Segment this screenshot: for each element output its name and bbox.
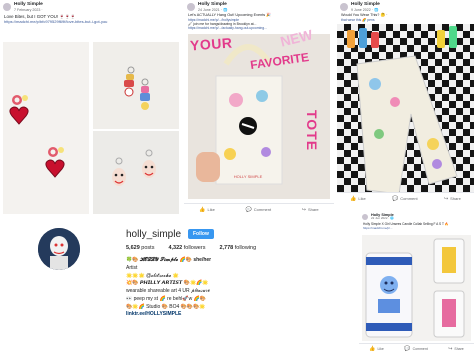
- comment-button[interactable]: 💬 Comment: [246, 207, 272, 213]
- bead-earrings-image: [124, 66, 150, 110]
- comment-icon: 💬: [404, 346, 411, 352]
- heart-earrings-image: [9, 95, 65, 178]
- instagram-profile: holly_simple Follow 5,629 posts 4,322 fo…: [30, 220, 290, 355]
- comment-icon: 💬: [245, 206, 252, 213]
- profile-avatar[interactable]: [38, 228, 80, 270]
- avatar[interactable]: [340, 3, 348, 11]
- avatar-image: [38, 228, 80, 270]
- candles-image: [362, 235, 471, 341]
- candle-photo[interactable]: [362, 235, 471, 341]
- share-button[interactable]: ↪ Share: [444, 196, 461, 202]
- avatar[interactable]: [3, 3, 11, 11]
- post-author[interactable]: Holly Simple: [198, 2, 227, 8]
- post-author[interactable]: Holly Simple: [351, 2, 380, 8]
- post-author[interactable]: Holly Simple: [14, 2, 43, 8]
- bio-line: 🎨🌟🌈 Studio 🎨 BO4 🎨🎨🎨🌟: [126, 303, 206, 310]
- post-header: Holly Simple 22 Jun 2022 · 🌐: [359, 211, 474, 221]
- avatar[interactable]: [362, 214, 368, 220]
- avatar[interactable]: [187, 3, 195, 11]
- post-date[interactable]: 7 February 2023 ·: [14, 8, 43, 12]
- post-tote: Holly Simple 24 June 2021 · 🌐 Let's ACTU…: [184, 0, 334, 218]
- post-header: Holly Simple 24 June 2021 · 🌐: [184, 0, 334, 12]
- thumbs-up-icon: 👍: [350, 195, 357, 202]
- earrings-photo-hearts[interactable]: [3, 42, 89, 214]
- post-actions: 👍 Like 💬 Comment ↪ Share: [184, 203, 334, 215]
- post-love-bites: Holly Simple 7 February 2023 · Love Bite…: [0, 0, 181, 218]
- post-date[interactable]: 24 June 2021 · 🌐: [198, 8, 227, 12]
- share-icon: ↪: [448, 346, 453, 352]
- bio-line: Artist: [126, 264, 138, 271]
- post-caption: Love Bites, but I GOT YOU! 🍷🍷🍷: [4, 13, 76, 19]
- bio-link[interactable]: linktr.ee/HOLLYSIMPLE: [126, 311, 286, 319]
- share-icon: ↪: [443, 195, 449, 202]
- following-stat[interactable]: 2,778 following: [219, 245, 256, 251]
- pants-photo[interactable]: [337, 24, 474, 195]
- post-actions: 👍 Like 💬 Comment ↪ Share: [337, 192, 474, 204]
- post-date[interactable]: 22 Jun 2022 · 🌐: [371, 216, 394, 220]
- comment-button[interactable]: 💬 Comment: [404, 346, 427, 352]
- bio-line: wearable shareable art 4 UR 𝓅𝓁𝑒𝒶𝓈𝓊𝓇𝑒: [126, 288, 210, 294]
- profile-bio: 🍀🎨 𝓗𝓞𝓛𝓛𝓨 𝓢𝓲𝓶𝓹𝓵𝓮 🌈🎨 she/her Artist 🌟🌟🌟 @𝓬…: [126, 257, 286, 319]
- post-would-you-wear: Holly Simple 9 June 2022 · 🌐 Would You W…: [337, 0, 474, 205]
- share-icon: ↪: [301, 206, 306, 213]
- earrings-photo-colorful[interactable]: [93, 42, 179, 129]
- post-link[interactable]: https://madchi.me/p/...: [359, 226, 474, 230]
- post-header: Holly Simple 7 February 2023 ·: [0, 0, 181, 12]
- thumbs-up-icon: 👍: [369, 346, 376, 352]
- like-button[interactable]: 👍 Like: [369, 346, 384, 352]
- post-candle-collab: Holly Simple 22 Jun 2022 · 🌐 Holly Simpl…: [359, 211, 474, 355]
- tote-text-tote: TOTE: [304, 110, 320, 152]
- like-button[interactable]: 👍 Like: [199, 207, 215, 213]
- comment-icon: 💬: [392, 195, 399, 202]
- comment-button[interactable]: 💬 Comment: [392, 196, 418, 202]
- post-link[interactable]: that wear this 🌈 pens: [337, 18, 474, 22]
- bio-line: 🍀🎨 𝓗𝓞𝓛𝓛𝓨 𝓢𝓲𝓶𝓹𝓵𝓮 🌈🎨 she/her: [126, 257, 212, 263]
- bio-line: 👀 peep my st 🌈 re behl🚀w 🌈🎨: [126, 295, 207, 302]
- share-button[interactable]: ↪ Share: [448, 346, 464, 352]
- bio-line: 💥🎨 𝙋𝙃𝙄𝙇𝙇𝙔 𝘼𝙍𝙏𝙄𝙎𝙏 🎨🌟🌈🌟: [126, 280, 209, 287]
- post-header: Holly Simple 9 June 2022 · 🌐: [337, 0, 474, 12]
- followers-stat[interactable]: 4,322 followers: [168, 245, 205, 251]
- post-actions: 👍 Like 💬 Comment ↪ Share: [359, 343, 474, 354]
- like-button[interactable]: 👍 Like: [350, 196, 366, 202]
- follow-button[interactable]: Follow: [188, 229, 214, 239]
- post-link[interactable]: https://madchi.me/p/bfc979529f69f/love-b…: [0, 19, 181, 24]
- post-date[interactable]: 9 June 2022 · 🌐: [351, 8, 380, 12]
- earrings-photo-faces[interactable]: [93, 131, 179, 214]
- face-earrings-image: [112, 149, 156, 186]
- painted-pants-image: [347, 26, 458, 195]
- tote-signature: HOLLY SIMPLE: [234, 174, 263, 179]
- share-button[interactable]: ↪ Share: [302, 207, 319, 213]
- tote-text-your: YOUR: [189, 34, 233, 54]
- profile-username: holly_simple: [126, 229, 182, 240]
- thumbs-up-icon: 👍: [199, 206, 206, 213]
- profile-stats: 5,629 posts 4,322 followers 2,778 follow…: [126, 245, 256, 251]
- posts-stat[interactable]: 5,629 posts: [126, 245, 154, 251]
